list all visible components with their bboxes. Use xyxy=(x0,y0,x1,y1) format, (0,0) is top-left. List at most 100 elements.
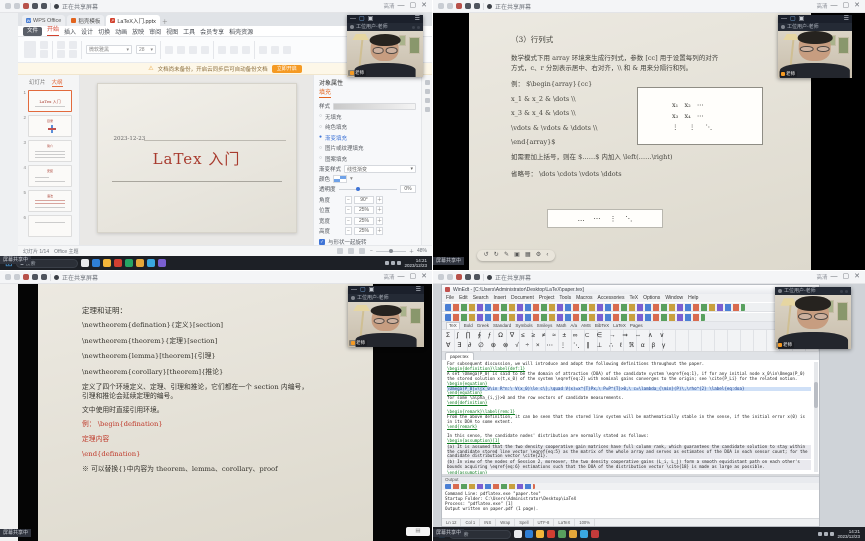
record-icon[interactable] xyxy=(23,274,29,280)
taskbar-clock[interactable]: 14:212023/12/23 xyxy=(404,258,427,268)
section-button[interactable] xyxy=(69,41,77,49)
app-icon-music[interactable] xyxy=(158,259,166,267)
math-symbol-palette[interactable]: Σ ∫ ∏ ∮ ƒ Ω ∇ ≤ ≥ ≠ ≈ ± ∞ ⊂ ∈ → ⇒ ⇔ ∧ ∨ … xyxy=(442,330,819,352)
new-tab-button[interactable]: ＋ xyxy=(162,17,168,26)
camera-icon[interactable] xyxy=(465,274,471,280)
bullets-button[interactable] xyxy=(242,46,250,54)
font-size-select[interactable]: 28▾ xyxy=(136,45,156,54)
record-icon[interactable] xyxy=(23,3,29,9)
app-icon-edge[interactable] xyxy=(525,530,533,538)
maximize-icon[interactable]: ▢ xyxy=(843,0,850,12)
decrement-button[interactable]: − xyxy=(345,227,352,235)
speaker-icon[interactable] xyxy=(14,3,20,9)
pin-icon[interactable]: ▣ xyxy=(368,15,374,23)
decrement-button[interactable]: − xyxy=(345,196,352,204)
close-icon[interactable]: ✕ xyxy=(854,271,860,283)
menu-tools[interactable]: 工具 xyxy=(183,27,195,36)
pin-icon[interactable]: ▣ xyxy=(799,15,805,23)
webcam-options-icon[interactable] xyxy=(412,26,420,29)
menu-review[interactable]: 审阅 xyxy=(149,27,161,36)
palette-tab-symbols[interactable]: Symbols xyxy=(515,323,532,328)
fill-section-label[interactable]: 填充 xyxy=(319,89,331,98)
quality-label[interactable]: 高清 xyxy=(816,273,827,281)
minimize-icon[interactable]: — xyxy=(398,0,405,12)
quality-label[interactable]: 高清 xyxy=(816,2,827,10)
tab-outline[interactable]: 大纲 xyxy=(52,78,63,87)
app-icon-winedt[interactable] xyxy=(558,530,566,538)
menu-search[interactable]: Search xyxy=(473,295,489,301)
maximize-icon[interactable]: ▢ xyxy=(410,271,417,283)
comment-icon[interactable] xyxy=(425,107,430,112)
palette-tab-smileys[interactable]: Smileys xyxy=(537,323,553,328)
system-tray[interactable] xyxy=(385,261,401,265)
option-no-fill[interactable]: ○无填充 xyxy=(319,113,416,121)
maximize-icon[interactable]: ▢ xyxy=(359,15,365,23)
speaker-icon[interactable] xyxy=(447,274,453,280)
picture-button[interactable] xyxy=(271,46,279,54)
palette-tab-greek[interactable]: Greek xyxy=(477,323,489,328)
menu-tools[interactable]: Tools xyxy=(559,295,571,301)
palette-tab-ams[interactable]: AMS xyxy=(581,323,591,328)
close-icon[interactable]: ✕ xyxy=(854,0,860,12)
layout-button[interactable] xyxy=(57,50,65,58)
banner-enable-button[interactable]: 立即开启 xyxy=(272,65,302,73)
increment-button[interactable]: ＋ xyxy=(376,196,383,204)
close-icon[interactable]: ✕ xyxy=(421,271,427,283)
webcam-options-icon[interactable] xyxy=(840,290,848,293)
increment-button[interactable]: ＋ xyxy=(376,227,383,235)
palette-tab-latex[interactable]: LaTeX xyxy=(613,323,626,328)
properties-icon[interactable] xyxy=(425,80,430,85)
pen-icon[interactable]: ✎ xyxy=(504,250,509,261)
slide-thumb-2[interactable]: 2 目录 xyxy=(21,115,76,137)
minimize-icon[interactable]: — xyxy=(350,15,356,23)
palette-tab-tex[interactable]: TeX xyxy=(446,322,460,329)
font-color-button[interactable] xyxy=(201,46,209,54)
annotation-toolbox-button[interactable]: ▤ xyxy=(406,527,430,536)
minimize-icon[interactable]: — xyxy=(351,286,357,294)
tab-slides[interactable]: 幻灯片 xyxy=(29,78,46,87)
console-toolbar-icons[interactable] xyxy=(445,484,535,489)
close-icon[interactable]: ✕ xyxy=(421,0,427,12)
share-icon[interactable] xyxy=(474,274,480,280)
decrement-button[interactable]: − xyxy=(345,217,352,225)
outline-icon[interactable] xyxy=(425,98,430,103)
menu-design[interactable]: 设计 xyxy=(81,27,93,36)
increment-button[interactable]: ＋ xyxy=(376,206,383,214)
copy-button[interactable] xyxy=(40,50,48,58)
app-icon-chrome[interactable] xyxy=(591,530,599,538)
slide-surface[interactable]: 定理和证明： \newtheorem{defination}{定义}[secti… xyxy=(38,284,373,541)
menu-transition[interactable]: 切换 xyxy=(98,27,110,36)
mic-icon[interactable] xyxy=(5,3,11,9)
palette-tab-bold[interactable]: Bold xyxy=(464,323,473,328)
share-icon[interactable] xyxy=(41,3,47,9)
share-icon[interactable] xyxy=(41,274,47,280)
menu-macros[interactable]: Macros xyxy=(576,295,592,301)
camera-icon[interactable] xyxy=(32,3,38,9)
app-icon-meeting[interactable] xyxy=(147,259,155,267)
underline-button[interactable] xyxy=(189,46,197,54)
mic-icon[interactable] xyxy=(438,3,444,9)
slide-surface[interactable]: （3）行列式 数学模式下用 array 环境来生成行列式，参数 [cc] 用于设… xyxy=(469,13,811,270)
camera-icon[interactable] xyxy=(465,3,471,9)
speaker-icon[interactable] xyxy=(14,274,20,280)
zoom-in-button[interactable]: ＋ xyxy=(409,248,414,255)
palette-tab-standard[interactable]: Standard xyxy=(493,323,511,328)
menu-file[interactable]: File xyxy=(446,295,454,301)
normal-view-icon[interactable] xyxy=(337,248,343,254)
menu-project[interactable]: Project xyxy=(539,295,555,301)
italic-button[interactable] xyxy=(177,46,185,54)
slide-canvas[interactable]: 2023-12-23 LaTex 入门 xyxy=(80,75,313,245)
new-slide-button[interactable] xyxy=(57,41,65,49)
option-pattern-fill[interactable]: ○图案填充 xyxy=(319,155,416,163)
caret-down-icon[interactable]: ▾ xyxy=(350,176,353,182)
align-left-button[interactable] xyxy=(218,46,226,54)
menu-insert[interactable]: Insert xyxy=(494,295,507,301)
share-icon[interactable] xyxy=(474,3,480,9)
app-icon-folder[interactable] xyxy=(103,259,111,267)
settings-icon[interactable]: ⚙ xyxy=(536,250,541,261)
animation-icon[interactable] xyxy=(425,89,430,94)
option-picture-fill[interactable]: ○图片或纹理填充 xyxy=(319,144,416,152)
menu-view[interactable]: 视图 xyxy=(166,27,178,36)
cut-button[interactable] xyxy=(40,41,48,49)
menu-options[interactable]: Options xyxy=(643,295,660,301)
